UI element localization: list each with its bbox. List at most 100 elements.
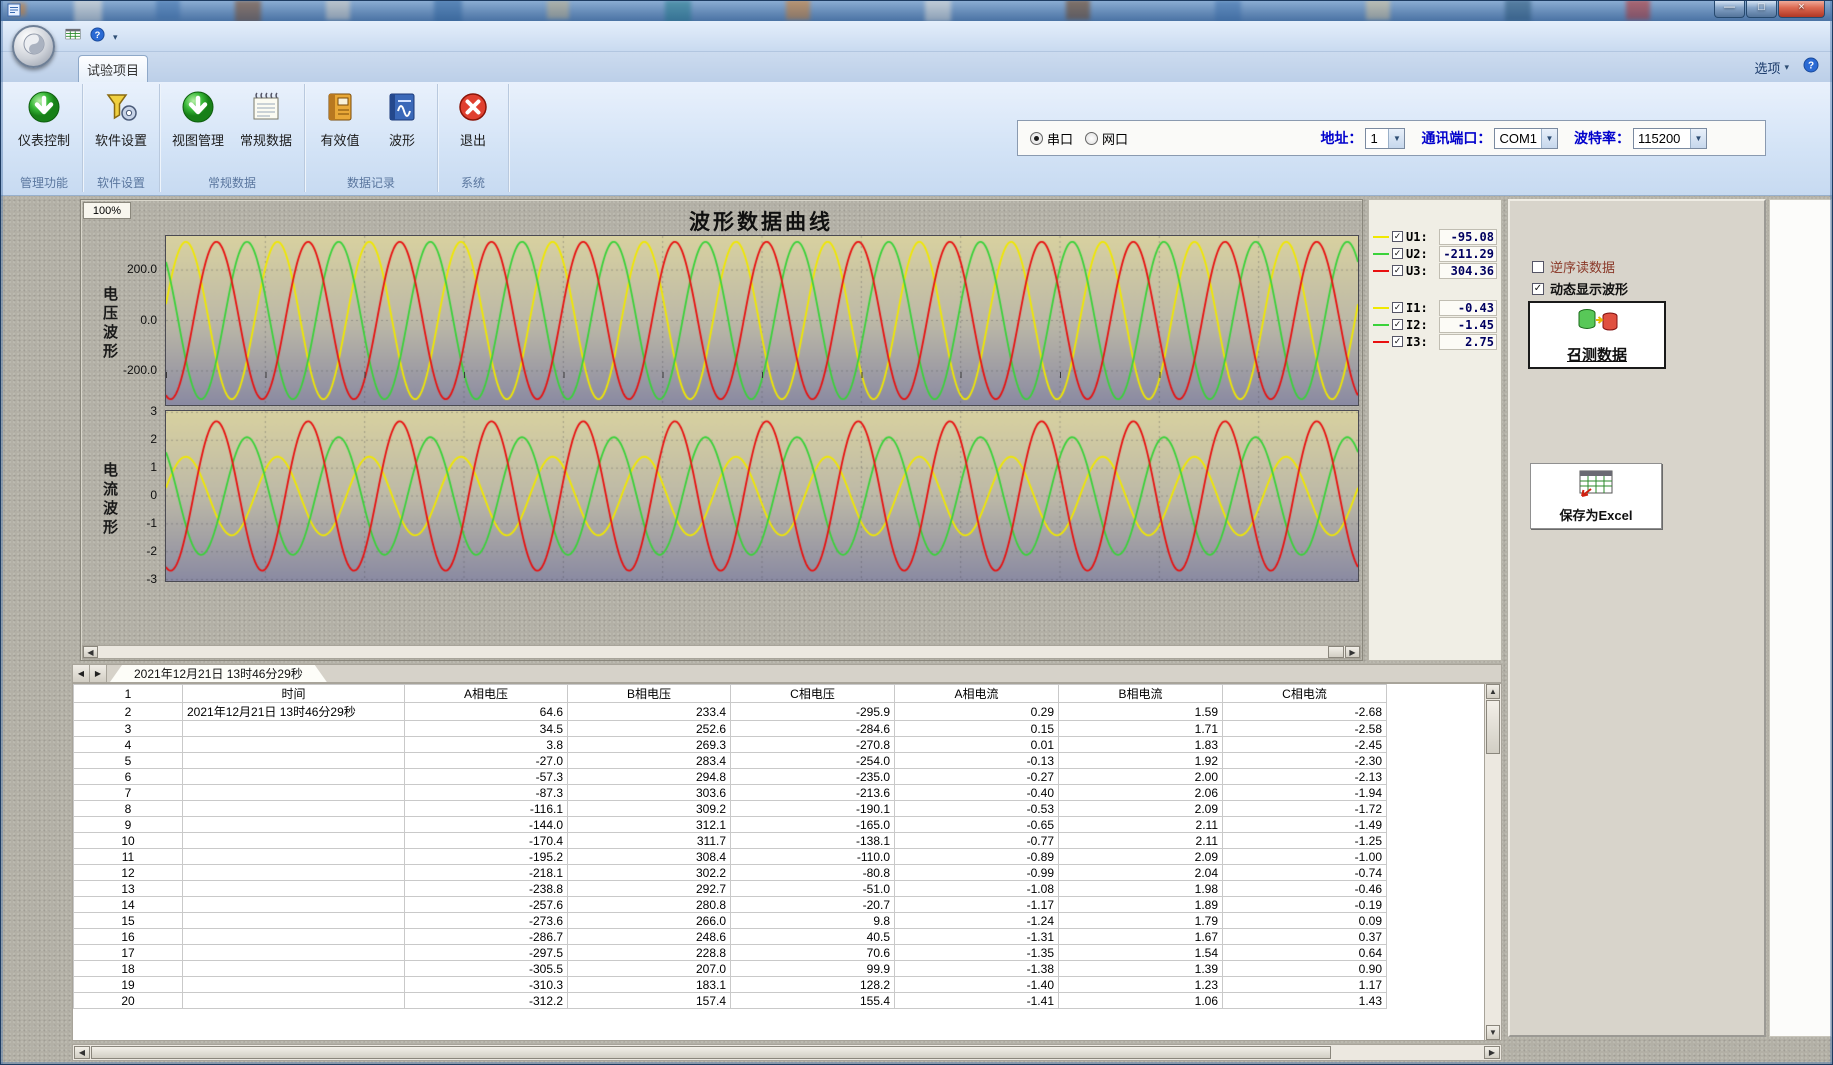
- data-cell[interactable]: 0.29: [895, 703, 1059, 721]
- tab-test-project[interactable]: 试验项目: [78, 55, 148, 82]
- bottom-scroll-right-icon[interactable]: ▶: [1484, 1046, 1500, 1059]
- data-cell[interactable]: 1.98: [1059, 881, 1223, 897]
- data-cell[interactable]: 0.09: [1223, 913, 1387, 929]
- data-cell[interactable]: -0.65: [895, 817, 1059, 833]
- ribbon-help-icon[interactable]: ?: [1803, 57, 1819, 78]
- data-cell[interactable]: 283.4: [568, 753, 731, 769]
- data-cell[interactable]: -1.31: [895, 929, 1059, 945]
- data-cell[interactable]: -270.8: [731, 737, 895, 753]
- legend-checkbox[interactable]: ✓: [1392, 248, 1403, 259]
- data-cell[interactable]: 1.79: [1059, 913, 1223, 929]
- dynamic-wave-checkbox-box[interactable]: ✓: [1532, 283, 1544, 295]
- sheet-next-icon[interactable]: ▶: [90, 665, 107, 682]
- data-cell[interactable]: -218.1: [405, 865, 568, 881]
- time-cell[interactable]: [183, 993, 405, 1009]
- data-cell[interactable]: 183.1: [568, 977, 731, 993]
- save-excel-button[interactable]: 保存为Excel: [1530, 463, 1662, 529]
- time-cell[interactable]: 2021年12月21日 13时46分29秒: [183, 703, 405, 721]
- data-cell[interactable]: -238.8: [405, 881, 568, 897]
- baud-select[interactable]: 115200 ▼: [1633, 128, 1707, 149]
- data-cell[interactable]: 252.6: [568, 721, 731, 737]
- data-cell[interactable]: -116.1: [405, 801, 568, 817]
- data-cell[interactable]: -1.40: [895, 977, 1059, 993]
- data-cell[interactable]: 0.64: [1223, 945, 1387, 961]
- dynamic-wave-checkbox[interactable]: ✓ 动态显示波形: [1532, 279, 1628, 298]
- data-cell[interactable]: -1.38: [895, 961, 1059, 977]
- data-cell[interactable]: -312.2: [405, 993, 568, 1009]
- help-icon[interactable]: ?: [90, 27, 105, 47]
- data-cell[interactable]: 266.0: [568, 913, 731, 929]
- data-cell[interactable]: 228.8: [568, 945, 731, 961]
- ribbon-button[interactable]: 视图管理: [164, 84, 232, 149]
- bottom-scroll-left-icon[interactable]: ◀: [74, 1046, 90, 1059]
- time-cell[interactable]: [183, 977, 405, 993]
- serial-radio-circle[interactable]: [1030, 132, 1043, 145]
- data-cell[interactable]: -195.2: [405, 849, 568, 865]
- data-cell[interactable]: 0.37: [1223, 929, 1387, 945]
- data-cell[interactable]: -51.0: [731, 881, 895, 897]
- data-cell[interactable]: -2.30: [1223, 753, 1387, 769]
- data-cell[interactable]: 294.8: [568, 769, 731, 785]
- ribbon-button[interactable]: 波形: [371, 84, 433, 149]
- reverse-read-checkbox[interactable]: 逆序读数据: [1532, 257, 1615, 276]
- data-cell[interactable]: 2.04: [1059, 865, 1223, 881]
- data-cell[interactable]: 1.23: [1059, 977, 1223, 993]
- time-cell[interactable]: [183, 737, 405, 753]
- address-select[interactable]: 1 ▼: [1365, 128, 1405, 149]
- data-cell[interactable]: 1.89: [1059, 897, 1223, 913]
- data-cell[interactable]: -1.72: [1223, 801, 1387, 817]
- poll-data-button[interactable]: 召测数据: [1528, 301, 1666, 369]
- chart-horizontal-scrollbar[interactable]: ◀ ▶: [82, 645, 1361, 659]
- data-cell[interactable]: -27.0: [405, 753, 568, 769]
- data-cell[interactable]: -0.53: [895, 801, 1059, 817]
- legend-checkbox[interactable]: ✓: [1392, 302, 1403, 313]
- data-cell[interactable]: -2.45: [1223, 737, 1387, 753]
- data-cell[interactable]: -0.99: [895, 865, 1059, 881]
- data-cell[interactable]: -165.0: [731, 817, 895, 833]
- data-cell[interactable]: -144.0: [405, 817, 568, 833]
- data-cell[interactable]: 248.6: [568, 929, 731, 945]
- data-cell[interactable]: -0.13: [895, 753, 1059, 769]
- legend-checkbox[interactable]: ✓: [1392, 336, 1403, 347]
- data-cell[interactable]: -0.27: [895, 769, 1059, 785]
- ribbon-button[interactable]: 退出: [442, 84, 504, 149]
- data-cell[interactable]: 1.39: [1059, 961, 1223, 977]
- data-cell[interactable]: -1.94: [1223, 785, 1387, 801]
- data-cell[interactable]: 0.01: [895, 737, 1059, 753]
- sheet-prev-icon[interactable]: ◀: [73, 665, 90, 682]
- data-cell[interactable]: 1.83: [1059, 737, 1223, 753]
- sheet-tab[interactable]: 2021年12月21日 13时46分29秒: [110, 665, 327, 682]
- data-cell[interactable]: 155.4: [731, 993, 895, 1009]
- data-cell[interactable]: 1.67: [1059, 929, 1223, 945]
- data-cell[interactable]: 157.4: [568, 993, 731, 1009]
- data-cell[interactable]: -305.5: [405, 961, 568, 977]
- time-cell[interactable]: [183, 833, 405, 849]
- time-cell[interactable]: [183, 817, 405, 833]
- chart-scroll-thumb[interactable]: [1328, 646, 1344, 658]
- qat-dropdown-icon[interactable]: ▾: [113, 32, 118, 43]
- data-cell[interactable]: -2.58: [1223, 721, 1387, 737]
- data-cell[interactable]: -257.6: [405, 897, 568, 913]
- data-cell[interactable]: 128.2: [731, 977, 895, 993]
- data-cell[interactable]: -286.7: [405, 929, 568, 945]
- data-cell[interactable]: 1.71: [1059, 721, 1223, 737]
- port-select[interactable]: COM1 ▼: [1494, 128, 1558, 149]
- data-cell[interactable]: 40.5: [731, 929, 895, 945]
- legend-checkbox[interactable]: ✓: [1392, 231, 1403, 242]
- data-cell[interactable]: 9.8: [731, 913, 895, 929]
- ribbon-button[interactable]: 仪表控制: [10, 84, 78, 149]
- time-cell[interactable]: [183, 929, 405, 945]
- data-cell[interactable]: 302.2: [568, 865, 731, 881]
- data-cell[interactable]: -0.19: [1223, 897, 1387, 913]
- data-cell[interactable]: -1.49: [1223, 817, 1387, 833]
- data-cell[interactable]: -1.25: [1223, 833, 1387, 849]
- data-cell[interactable]: -0.77: [895, 833, 1059, 849]
- time-cell[interactable]: [183, 785, 405, 801]
- data-cell[interactable]: 2.09: [1059, 801, 1223, 817]
- baud-dropdown-icon[interactable]: ▼: [1690, 129, 1706, 148]
- data-cell[interactable]: 280.8: [568, 897, 731, 913]
- data-cell[interactable]: 292.7: [568, 881, 731, 897]
- reverse-read-checkbox-box[interactable]: [1532, 261, 1544, 273]
- time-cell[interactable]: [183, 865, 405, 881]
- data-cell[interactable]: 2.11: [1059, 833, 1223, 849]
